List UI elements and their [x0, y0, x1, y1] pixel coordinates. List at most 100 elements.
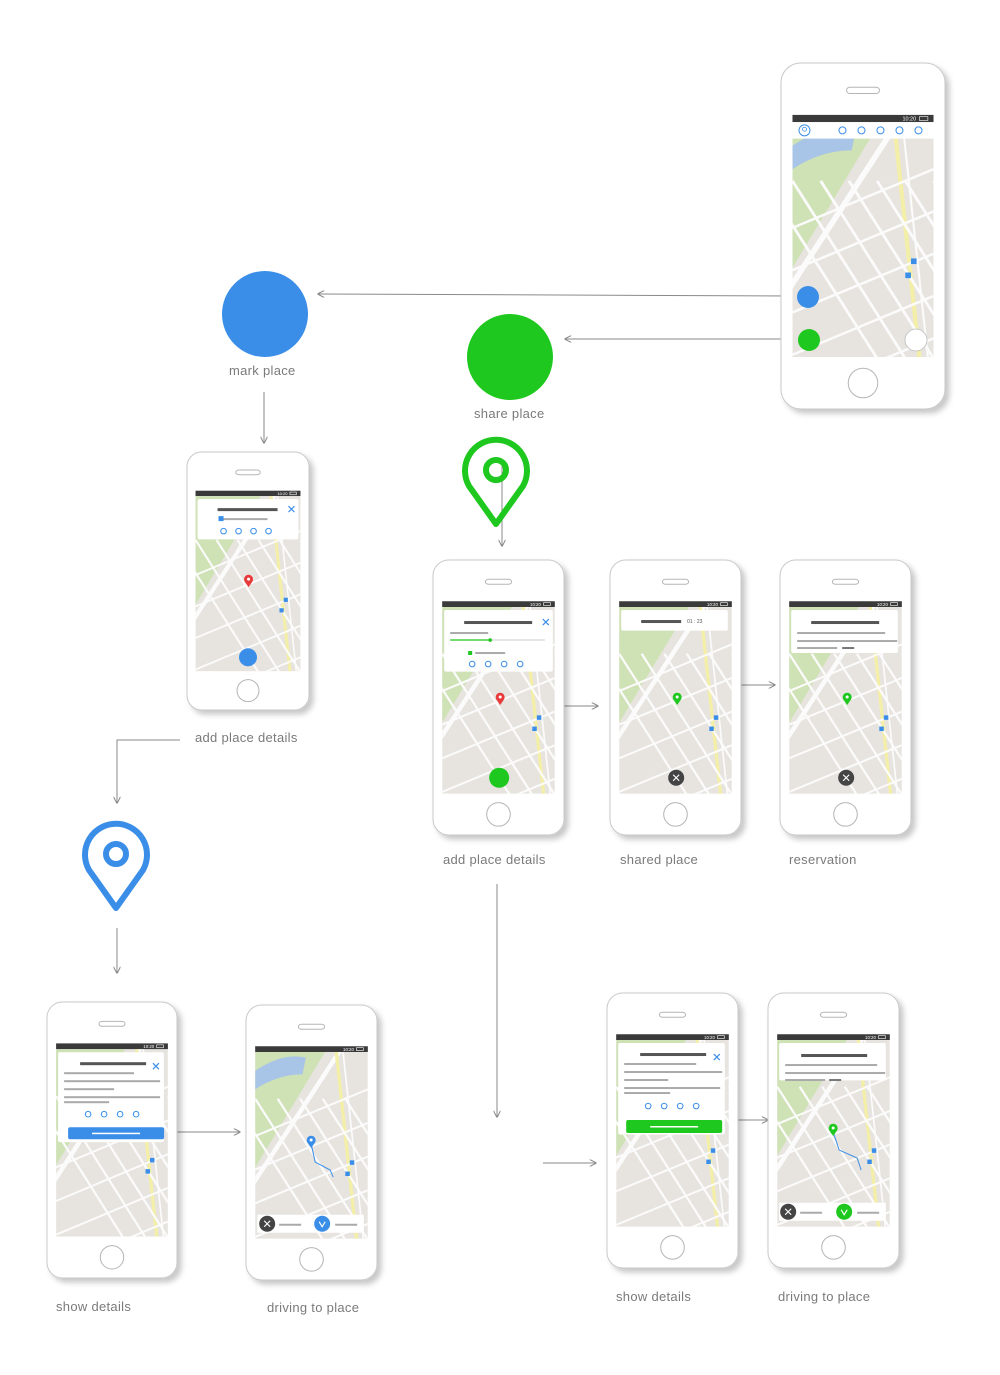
text-placeholder: [624, 1092, 671, 1095]
phone-main-map: 10:20: [764, 62, 1000, 410]
locate-button[interactable]: [904, 328, 928, 352]
card-background: [779, 1043, 886, 1081]
checkbox[interactable]: [218, 516, 224, 522]
status-time: 10:20: [707, 602, 718, 607]
connector-arrow: [318, 294, 793, 296]
confirm-button[interactable]: [314, 1215, 331, 1232]
home-button[interactable]: [821, 1235, 846, 1260]
show-details-button[interactable]: [626, 1120, 723, 1134]
mark-place-button[interactable]: [797, 286, 819, 308]
details-card[interactable]: [618, 1043, 725, 1135]
cancel-button[interactable]: [838, 769, 855, 786]
home-button[interactable]: [236, 679, 260, 703]
cancel-button[interactable]: [780, 1203, 797, 1220]
slider-handle[interactable]: [488, 638, 492, 642]
label-add-place-details-left: add place details: [195, 730, 298, 745]
status-time: 10:20: [343, 1047, 354, 1052]
details-card[interactable]: [779, 1043, 886, 1082]
text-placeholder: [640, 1053, 707, 1057]
text-placeholder: [811, 621, 880, 625]
text-placeholder: [64, 1088, 115, 1091]
status-time: 10:20: [277, 491, 288, 496]
text-placeholder: [64, 1080, 161, 1083]
text-placeholder: [624, 1071, 723, 1074]
share-place-button[interactable]: [798, 329, 820, 351]
text-placeholder: [64, 1072, 135, 1075]
text-placeholder: [785, 1079, 826, 1082]
text-placeholder: [801, 1054, 868, 1058]
details-card[interactable]: [444, 610, 553, 672]
home-button[interactable]: [99, 1245, 125, 1270]
phone-reservation: 10:20: [779, 559, 912, 836]
phone-show-details-left: 10:20: [46, 1001, 178, 1279]
label-driving-to-place-left: driving to place: [267, 1300, 360, 1315]
home-button[interactable]: [847, 367, 879, 399]
share-place-circle[interactable]: [467, 314, 553, 400]
text-placeholder: [624, 1079, 669, 1082]
card-background: [791, 610, 898, 653]
text-placeholder: [335, 1223, 358, 1226]
details-card[interactable]: [58, 1052, 165, 1143]
share-confirm-button[interactable]: [489, 767, 510, 788]
status-time: 10:20: [143, 1044, 154, 1049]
label-show-details-left: show details: [56, 1299, 132, 1314]
cancel-button[interactable]: [668, 769, 685, 786]
driving-controls: [779, 1202, 886, 1221]
text-placeholder: [221, 518, 268, 521]
show-details-button[interactable]: [68, 1127, 165, 1140]
text-placeholder: [829, 1079, 842, 1082]
text-placeholder: [475, 652, 506, 655]
text-placeholder: [857, 1211, 880, 1214]
text-placeholder: [800, 1211, 823, 1214]
text-placeholder: [464, 621, 533, 625]
home-button[interactable]: [299, 1247, 324, 1272]
home-button[interactable]: [660, 1235, 685, 1260]
label-driving-to-place-right: driving to place: [778, 1289, 871, 1304]
map-view[interactable]: [764, 110, 1000, 397]
top-menu-bar: [792, 122, 934, 139]
text-placeholder: [797, 647, 838, 650]
label-reservation: reservation: [789, 852, 857, 867]
label-shared-place: shared place: [620, 852, 699, 867]
details-card[interactable]: 01 : 23: [621, 610, 728, 631]
status-time: 10:20: [865, 1035, 876, 1040]
status-time: 10:20: [704, 1035, 715, 1040]
label-show-details-right: show details: [616, 1289, 692, 1304]
text-placeholder: [624, 1063, 697, 1066]
checkbox[interactable]: [468, 651, 473, 656]
green-location-pin-icon: [462, 436, 530, 527]
label-add-place-details-right: add place details: [443, 852, 546, 867]
driving-controls: [257, 1214, 364, 1233]
text-placeholder: [785, 1064, 878, 1067]
cancel-button[interactable]: [259, 1215, 276, 1232]
status-time: 10:20: [877, 602, 888, 607]
text-placeholder: [785, 1072, 886, 1075]
phone-driving-right: 10:20: [767, 992, 900, 1269]
status-time: 10:20: [902, 117, 916, 123]
text-placeholder: [797, 640, 898, 643]
home-button[interactable]: [833, 802, 858, 827]
timer-text: 01 : 23: [687, 619, 703, 625]
text-placeholder: [217, 508, 278, 512]
confirm-button[interactable]: [836, 1203, 853, 1220]
label-share-place: share place: [474, 406, 545, 421]
phone-driving-left: 10:20: [233, 1004, 470, 1281]
mark-place-circle[interactable]: [222, 271, 308, 357]
card-background: [444, 610, 553, 672]
status-time: 10:20: [530, 602, 541, 607]
text-placeholder: [450, 632, 489, 635]
text-placeholder: [641, 620, 682, 624]
blue-location-pin-icon: [82, 820, 150, 911]
text-placeholder: [797, 632, 886, 635]
details-card[interactable]: [791, 610, 898, 653]
home-button[interactable]: [663, 802, 688, 827]
connector-arrow: [117, 739, 180, 803]
details-card[interactable]: [197, 499, 299, 540]
home-button[interactable]: [486, 802, 511, 827]
flow-diagram: 10:20 10:20 10:20 10:20 01 : 23 10:20 10:20 10:…: [46, 62, 1000, 1281]
confirm-button[interactable]: [239, 648, 257, 667]
map-view[interactable]: [233, 1043, 470, 1271]
text-placeholder: [80, 1062, 147, 1066]
label-mark-place: mark place: [229, 363, 296, 378]
text-placeholder: [624, 1087, 721, 1090]
